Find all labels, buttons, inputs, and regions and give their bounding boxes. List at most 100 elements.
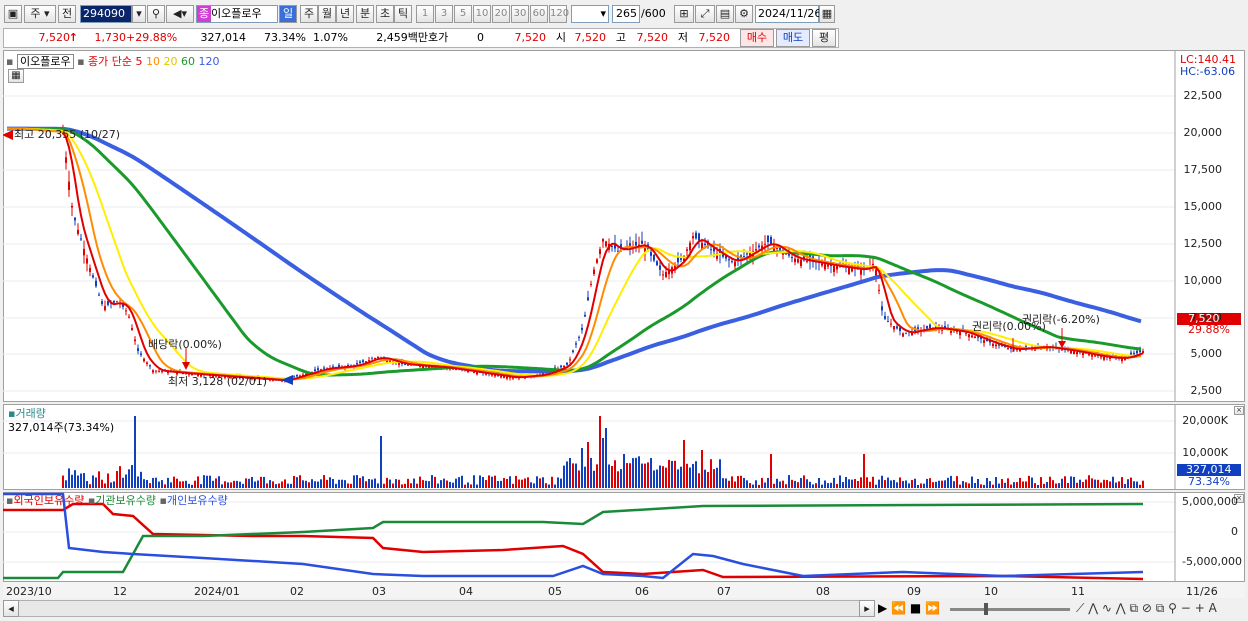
timeframe-0[interactable]: 일 xyxy=(279,5,297,23)
volume-bar xyxy=(1055,483,1057,488)
play-icon[interactable]: ▶ xyxy=(878,601,887,615)
wave-tool-icon[interactable]: ∿ xyxy=(1102,601,1112,615)
search-icon[interactable]: ⚲ xyxy=(147,5,165,23)
sound-icon[interactable]: ◀▾ xyxy=(166,5,194,23)
volume-bar xyxy=(326,479,328,488)
volume-close-icon[interactable]: × xyxy=(1234,406,1244,415)
volume-bar xyxy=(299,475,301,488)
volume-bar xyxy=(524,478,526,488)
interval-30[interactable]: 30 xyxy=(511,5,529,23)
interval-20[interactable]: 20 xyxy=(492,5,510,23)
timeframe-6[interactable]: 틱 xyxy=(394,5,412,23)
timeframe-4[interactable]: 분 xyxy=(356,5,374,23)
volume-bar xyxy=(74,470,76,488)
volume-chart[interactable] xyxy=(3,404,1245,490)
volume-bar xyxy=(1085,479,1087,488)
volume-bar xyxy=(371,479,373,488)
interval-10[interactable]: 10 xyxy=(473,5,491,23)
font-icon[interactable]: A xyxy=(1209,601,1217,615)
volume-bar xyxy=(98,471,100,488)
volume-bar xyxy=(746,480,748,488)
minus-icon[interactable]: − xyxy=(1181,601,1191,615)
volume-bar xyxy=(278,483,280,488)
interval-5[interactable]: 5 xyxy=(454,5,472,23)
volume-bar xyxy=(149,483,151,488)
volume-bar xyxy=(887,477,889,488)
table-icon[interactable]: ▦ xyxy=(8,69,24,83)
eval-button[interactable]: 평 xyxy=(812,29,836,47)
buy-button[interactable]: 매수 xyxy=(740,29,774,47)
volume-bar xyxy=(1058,483,1060,488)
candle-body xyxy=(731,261,733,263)
forward-icon[interactable]: ⏩ xyxy=(925,601,940,615)
volume-bar xyxy=(998,483,1000,488)
volume-bar xyxy=(980,484,982,488)
candle-body xyxy=(152,370,154,373)
indicator-icon[interactable]: ⊞ xyxy=(674,5,694,23)
timeframe-2[interactable]: 월 xyxy=(318,5,336,23)
rewind-icon[interactable]: ⏪ xyxy=(891,601,906,615)
holdings-grid xyxy=(3,501,1175,563)
scrollbar[interactable] xyxy=(3,600,875,617)
scroll-left-icon[interactable]: ◂ xyxy=(3,600,19,617)
volume-bar xyxy=(911,479,913,488)
volume-bar xyxy=(368,479,370,488)
count-input[interactable]: 265 xyxy=(612,5,640,23)
volume-bar xyxy=(395,479,397,488)
shape-tool-icon[interactable]: ⊘ xyxy=(1142,601,1152,615)
candle-body xyxy=(764,243,766,245)
volume-bar xyxy=(206,475,208,488)
candle-body xyxy=(821,263,823,266)
interval-3[interactable]: 3 xyxy=(435,5,453,23)
zoom-slider-thumb[interactable] xyxy=(984,603,988,615)
layer-icon[interactable]: ⧉ xyxy=(1156,601,1165,615)
zoom-icon[interactable]: ⚲ xyxy=(1168,601,1177,615)
volume-bar xyxy=(140,471,142,488)
date-input[interactable]: 2024/11/26 xyxy=(755,5,821,23)
gear-icon[interactable]: ⚙ xyxy=(735,5,753,23)
low-marker-icon xyxy=(281,375,293,385)
volume-bar xyxy=(500,480,502,488)
volume-bar xyxy=(575,463,577,488)
volume-bar xyxy=(860,477,862,488)
interval-120[interactable]: 120 xyxy=(549,5,569,23)
timeframe-5[interactable]: 초 xyxy=(376,5,394,23)
volume-bar xyxy=(1076,482,1078,488)
interval-60[interactable]: 60 xyxy=(530,5,548,23)
copy-icon[interactable]: ⧉ xyxy=(1129,601,1138,615)
stock-code-input[interactable]: 294090 xyxy=(80,5,132,23)
calendar-icon[interactable]: ▦ xyxy=(819,5,835,23)
volume-bar xyxy=(566,461,568,488)
stop-icon[interactable]: ■ xyxy=(910,601,921,615)
volume-bar xyxy=(80,473,82,488)
stock-name-field: 종 이오플로우 xyxy=(196,5,278,23)
candle-body xyxy=(1133,352,1135,355)
volume-bar xyxy=(83,473,85,488)
layout-icon[interactable]: ▣ xyxy=(4,5,22,23)
timeframe-3[interactable]: 년 xyxy=(336,5,354,23)
interval-combo[interactable]: ▾ xyxy=(571,5,609,23)
trend-tool-icon[interactable]: ⋀ xyxy=(1088,601,1098,615)
volume-bar xyxy=(1037,484,1039,488)
line-tool-icon[interactable]: ⟋ xyxy=(1076,601,1084,615)
volume-bar xyxy=(101,479,103,488)
plus-icon[interactable]: + xyxy=(1195,601,1205,615)
volume-bar xyxy=(296,477,298,488)
volume-bar xyxy=(116,470,118,488)
high-annotation: 최고 20,355 (10/27) xyxy=(14,128,121,141)
code-dropdown-icon[interactable]: ▾ xyxy=(132,5,146,23)
period-select[interactable]: 주 ▾ xyxy=(24,5,56,23)
save-icon[interactable]: ▤ xyxy=(716,5,734,23)
draw-icon[interactable]: ⤢ xyxy=(695,5,715,23)
interval-1[interactable]: 1 xyxy=(416,5,434,23)
jeon-button[interactable]: 전 xyxy=(58,5,76,23)
fib-tool-icon[interactable]: ⋀ xyxy=(1116,601,1126,615)
volume-bar xyxy=(650,458,652,488)
scroll-right-icon[interactable]: ▸ xyxy=(859,600,875,617)
volume-bar xyxy=(512,483,514,488)
zoom-slider[interactable] xyxy=(950,608,1070,611)
timeframe-1[interactable]: 주 xyxy=(300,5,318,23)
candle-body xyxy=(704,243,706,245)
trade-amount: 2,459백만 xyxy=(376,31,428,44)
sell-button[interactable]: 매도 xyxy=(776,29,810,47)
